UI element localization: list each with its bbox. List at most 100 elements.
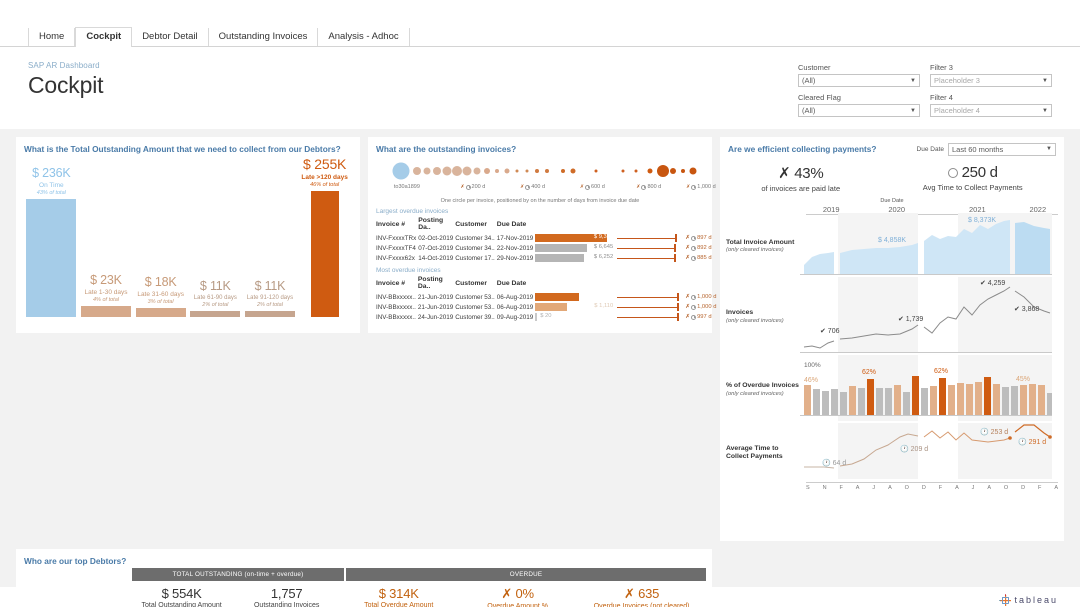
tab-outstanding-invoices[interactable]: Outstanding Invoices: [209, 27, 319, 46]
axis-tick: 200 d: [471, 184, 486, 190]
svg-text:62%: 62%: [934, 368, 948, 375]
bar-shape: [80, 306, 131, 317]
sparkline-row-total-invoice-amount[interactable]: Total Invoice Amount (only cleared invoi…: [720, 213, 1064, 280]
col-posting: Posting Da..: [418, 217, 444, 231]
panel-outstanding-invoices: What are the outstanding invoices? to30a…: [368, 137, 716, 333]
line-chart-invoices: ✔ 706 ✔ 1,739 ✔ 4,259 ✔ 3,868: [800, 276, 1052, 353]
month-tick: A: [888, 485, 892, 491]
month-tick: D: [1021, 485, 1026, 491]
filter-3-label: Filter 3: [930, 63, 953, 72]
table-row[interactable]: INV-FxxxxTF4 07-Oct-2019 Customer 34.. 2…: [376, 243, 714, 253]
svg-text:🕐 253 d: 🕐 253 d: [980, 427, 1008, 436]
panel-total-outstanding-title: What is the Total Outstanding Amount tha…: [24, 144, 341, 154]
table-row[interactable]: INV-Fxxxx62x 14-Oct-2019 Customer 17.. 2…: [376, 253, 714, 263]
sparkline-label: Invoices (only cleared invoices): [726, 309, 784, 324]
cell-due: 06-Aug-2019: [496, 303, 534, 311]
month-tick: O: [904, 485, 909, 491]
filter-3-value: Placeholder 3: [934, 76, 980, 85]
cell-days-label: ✗ 897 d: [685, 235, 712, 241]
bar-shape: [244, 311, 295, 317]
filter-cleared-flag-value: (All): [802, 106, 816, 115]
chevron-down-icon: ▼: [910, 107, 916, 114]
dashboard-header: SAP AR Dashboard Cockpit Customer (All) …: [0, 47, 1080, 129]
kpi-value: ✗ 635: [623, 586, 660, 602]
filter-4-label: Filter 4: [930, 93, 953, 102]
cell-invoice: INV-Fxxxx62x: [376, 254, 415, 262]
most-overdue-table: Invoice # Posting Da.. Customer Due Date…: [376, 275, 718, 322]
cell-days-line: [617, 244, 683, 252]
clock-icon: [691, 255, 697, 261]
dashboard-board: What is the Total Outstanding Amount tha…: [0, 129, 1080, 607]
kpi-value: 1,757: [270, 586, 303, 601]
cell-due: 17-Nov-2019: [496, 234, 534, 242]
bar-value: $ 23K: [90, 273, 122, 287]
col-due: Due Date: [496, 279, 527, 287]
col-posting: Posting Da..: [417, 276, 443, 290]
bar-label: Late 61-90 days: [193, 295, 237, 301]
month-tick: O: [1003, 485, 1009, 491]
x-mark-icon: ✗: [501, 587, 513, 602]
bar-pct: 43% of total: [36, 190, 66, 196]
kpi-paid-late[interactable]: ✗ 43% of invoices are paid late: [761, 164, 840, 193]
bar-value: $ 18K: [144, 275, 177, 289]
cell-customer: Customer 34..: [455, 244, 495, 252]
bar-late-31-60[interactable]: $ 18K Late 31-60 days 3% of total: [135, 156, 186, 317]
due-date-filter-select[interactable]: Last 60 months ▼: [948, 142, 1056, 156]
panel-collection-efficiency-title: Are we efficient collecting payments?: [728, 144, 877, 154]
kpi-outstanding-invoices[interactable]: 1,757 Outstanding Invoices: [234, 586, 339, 607]
sparkline-chart: $ 4,858K $ 8,373K: [800, 213, 1058, 280]
tab-debtor-detail[interactable]: Debtor Detail: [132, 27, 209, 46]
cell-days-label: ✗ 997 d: [685, 314, 712, 320]
kpi-total-outstanding-amount[interactable]: $ 554K Total Outstanding Amount: [129, 586, 234, 607]
bar-pct: 4% of total: [92, 297, 119, 303]
tab-cockpit[interactable]: Cockpit: [75, 26, 133, 47]
kpi-avg-collect-time[interactable]: 250 d Avg Time to Collect Payments: [923, 164, 1023, 193]
tab-home[interactable]: Home: [28, 27, 76, 46]
cell-invoice: INV-FxxxxTF4: [376, 244, 416, 252]
cell-posting: 24-Jun-2019: [417, 313, 454, 321]
filter-customer: Customer (All) ▼: [798, 63, 920, 87]
axis-tick: 800 d: [647, 184, 662, 190]
cell-days-line: [617, 303, 683, 311]
sparkline-row-avg-collect-time[interactable]: Average Time to Collect Payments 🕐 64 d …: [720, 422, 1064, 482]
chevron-down-icon: ▼: [1042, 107, 1048, 114]
table-header-row: Invoice # Posting Da.. Customer Due Date: [376, 275, 718, 292]
table-row[interactable]: INV-BBxxxxx.. 24-Jun-2019 Customer 39.. …: [376, 312, 718, 322]
invoice-dot-plot[interactable]: [374, 158, 706, 184]
bar-late-1-30[interactable]: $ 23K Late 1-30 days 4% of total: [80, 156, 131, 317]
tab-analysis-adhoc[interactable]: Analysis - Adhoc: [318, 27, 410, 46]
filter-4-select[interactable]: Placeholder 4 ▼: [930, 104, 1052, 117]
bar-label: Late 91-120 days: [246, 295, 294, 301]
cell-invoice: INV-BBxxxxx..: [376, 313, 416, 321]
table-row[interactable]: INV-BBxxxxx.. 21-Jun-2019 Customer 53.. …: [376, 292, 718, 302]
axis-tick: 600 d: [591, 184, 605, 190]
kpi-caption: Overdue Invoices (not cleared): [593, 603, 690, 607]
bar-value: $ 236K: [32, 166, 71, 180]
filter-cleared-flag-select[interactable]: (All) ▼: [798, 104, 920, 117]
chevron-down-icon: ▼: [910, 77, 916, 84]
cell-customer: Customer 17..: [455, 254, 495, 262]
cell-customer: Customer 34..: [455, 234, 495, 242]
largest-overdue-heading: Largest overdue invoices: [376, 208, 449, 215]
bar-late-91-120[interactable]: $ 11K Late 91-120 days 2% of total: [244, 156, 295, 317]
largest-overdue-table: Invoice # Posting Da.. Customer Due Date…: [376, 216, 714, 263]
bar-on-time[interactable]: $ 236K On Time 43% of total: [26, 156, 77, 317]
filter-customer-select[interactable]: (All) ▼: [798, 74, 920, 87]
sparkline-row-pct-overdue[interactable]: % of Overdue Invoices (only cleared invo…: [720, 354, 1064, 424]
table-row[interactable]: INV-FxxxxTRx 02-Oct-2019 Customer 34.. 1…: [376, 233, 714, 243]
kpi-overdue-amount-pct[interactable]: ✗ 0% Overdue Amount %: [458, 586, 577, 607]
bar-label: Late >120 days: [301, 174, 348, 181]
bar-late-61-90[interactable]: $ 11K Late 61-90 days 2% of total: [190, 156, 241, 317]
sparkline-row-invoices[interactable]: Invoices (only cleared invoices) ✔ 706 ✔…: [720, 276, 1064, 356]
svg-text:$ 8,373K: $ 8,373K: [968, 217, 996, 224]
kpi-total-overdue-amount[interactable]: $ 314K Total Overdue Amount: [339, 586, 458, 607]
bar-late-over-120[interactable]: $ 255K Late >120 days 46% of total: [300, 156, 350, 317]
kpi-overdue-invoices-not-cleared[interactable]: ✗ 635 Overdue Invoices (not cleared): [577, 586, 706, 607]
filter-3-select[interactable]: Placeholder 3 ▼: [930, 74, 1052, 87]
kpi-value: $ 554K: [161, 586, 202, 601]
bar-shape: [190, 311, 241, 317]
month-tick: J: [872, 485, 876, 491]
cell-due: 06-Aug-2019: [496, 293, 534, 301]
cell-days-line: [617, 293, 683, 301]
table-row[interactable]: INV-BBxxxxx.. 21-Jun-2019 Customer 53.. …: [376, 302, 718, 312]
